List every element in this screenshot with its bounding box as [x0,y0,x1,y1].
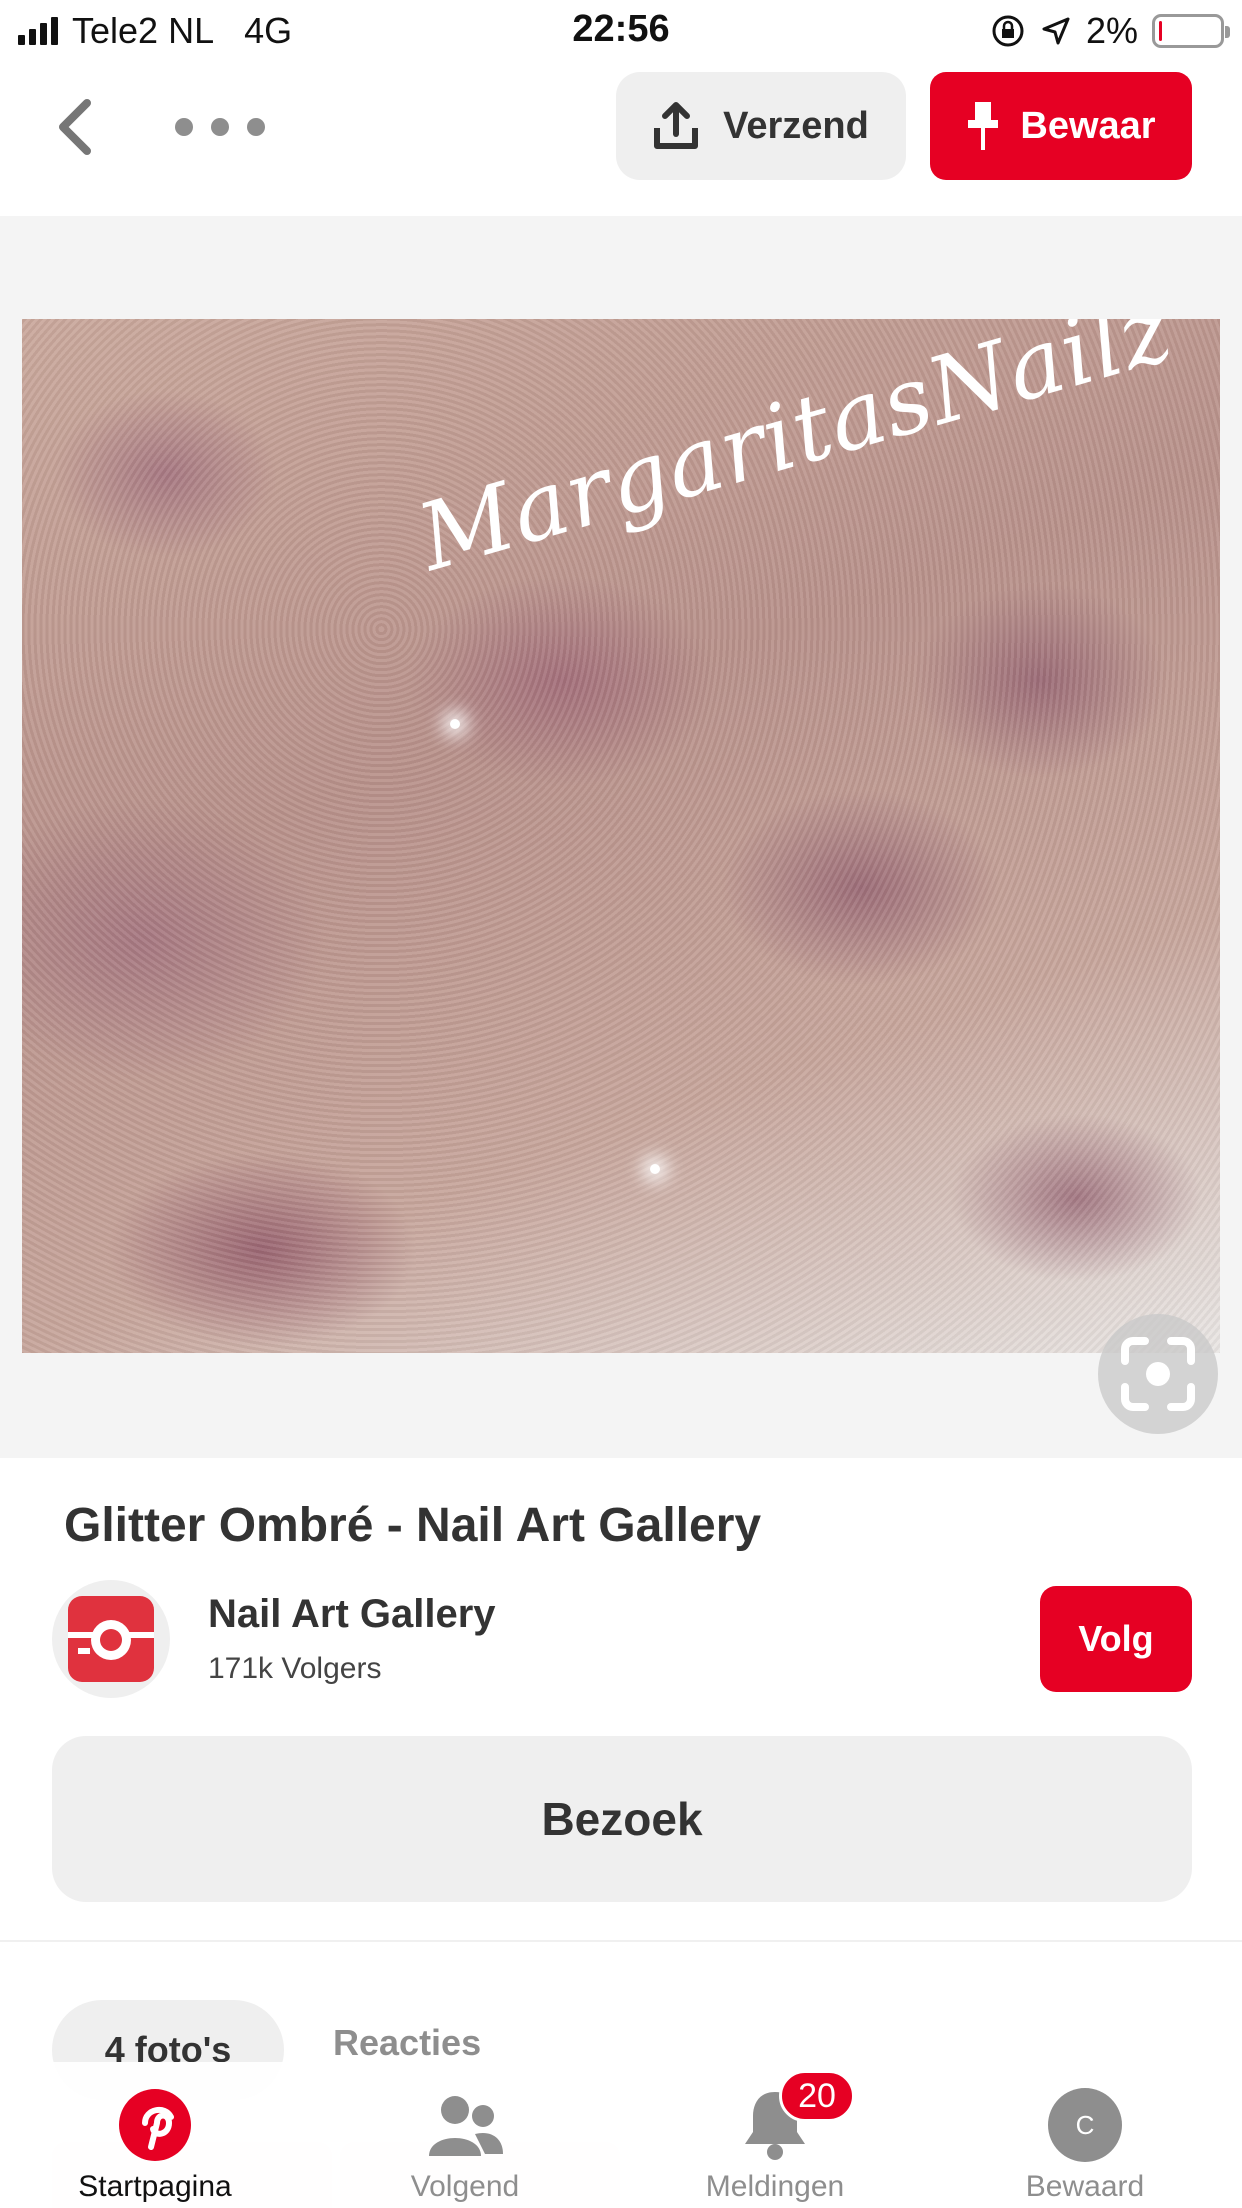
nav-label-saved: Bewaard [1025,2170,1145,2203]
status-bar: Tele2 NL 4G 22:56 2% [0,0,1242,62]
more-dots-icon [175,118,193,136]
more-options-button[interactable] [175,107,265,147]
notifications-badge: 20 [779,2070,855,2122]
nav-item-home[interactable]: Startpagina [0,2062,310,2208]
pin-header: Verzend Bewaar [0,62,1242,212]
lens-scan-icon [1121,1337,1195,1411]
pin-title: Glitter Ombré - Nail Art Gallery [64,1499,762,1552]
nav-label-notifications: Meldingen [705,2170,845,2203]
status-right: 2% [990,10,1230,52]
battery-level [1159,21,1162,41]
save-button[interactable]: Bewaar [930,72,1192,180]
nav-item-saved[interactable]: C Bewaard [930,2062,1240,2208]
sparkle [450,719,460,729]
pin-image[interactable]: MargaritasNailz [22,319,1220,1353]
save-label: Bewaar [1020,104,1156,147]
nav-item-notifications[interactable]: 20 Meldingen [620,2062,930,2208]
location-arrow-icon [1042,17,1070,45]
visual-search-button[interactable] [1098,1314,1218,1434]
camera-app-icon [68,1596,154,1682]
nav-item-following[interactable]: Volgend [310,2062,620,2208]
orientation-lock-icon [992,15,1024,47]
divider [0,1940,1242,1942]
pin-image-area: MargaritasNailz [0,216,1242,1458]
board-followers: 171k Volgers [208,1652,382,1685]
send-label: Verzend [723,104,869,147]
share-upload-icon [654,102,699,149]
back-button[interactable] [40,92,110,162]
battery-percent: 2% [1085,10,1138,51]
battery-icon [1152,14,1230,48]
board-avatar[interactable] [52,1580,170,1698]
visit-button[interactable]: Bezoek [52,1736,1192,1902]
send-button[interactable]: Verzend [616,72,906,180]
bottom-nav: Startpagina Volgend 20 Meldingen C Bewaa… [0,2062,1242,2208]
back-chevron-icon [59,99,91,155]
follow-button[interactable]: Volg [1040,1586,1192,1692]
pin-icon [968,102,999,150]
profile-avatar: C [1048,2088,1122,2162]
nav-label-following: Volgend [410,2170,520,2203]
board-name[interactable]: Nail Art Gallery [208,1592,496,1637]
sparkle [650,1164,660,1174]
nav-label-home: Startpagina [78,2170,232,2203]
pinterest-logo-icon [119,2089,191,2161]
people-icon [429,2096,503,2156]
tab-comments[interactable]: Reacties [333,2022,481,2064]
